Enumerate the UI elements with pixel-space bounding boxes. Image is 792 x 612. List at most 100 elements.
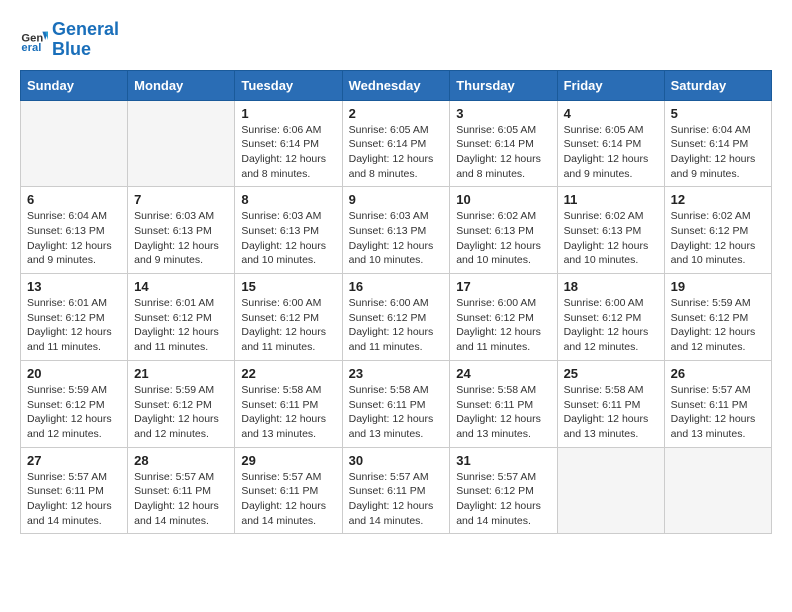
calendar-cell: 26 Sunrise: 5:57 AM Sunset: 6:11 PM Dayli… [664, 360, 771, 447]
day-number: 24 [456, 366, 550, 381]
calendar-weekday-sunday: Sunday [21, 70, 128, 100]
day-info: Sunrise: 6:04 AM Sunset: 6:14 PM Dayligh… [671, 123, 765, 182]
calendar-cell [128, 100, 235, 187]
calendar-cell: 24 Sunrise: 5:58 AM Sunset: 6:11 PM Dayli… [450, 360, 557, 447]
day-info: Sunrise: 6:02 AM Sunset: 6:13 PM Dayligh… [564, 209, 658, 268]
day-number: 27 [27, 453, 121, 468]
day-info: Sunrise: 5:58 AM Sunset: 6:11 PM Dayligh… [349, 383, 444, 442]
day-info: Sunrise: 6:05 AM Sunset: 6:14 PM Dayligh… [456, 123, 550, 182]
day-info: Sunrise: 6:05 AM Sunset: 6:14 PM Dayligh… [564, 123, 658, 182]
calendar-week-row: 1Sunrise: 6:06 AM Sunset: 6:14 PM Daylig… [21, 100, 772, 187]
day-info: Sunrise: 6:03 AM Sunset: 6:13 PM Dayligh… [134, 209, 228, 268]
calendar-cell: 9 Sunrise: 6:03 AM Sunset: 6:13 PM Daylig… [342, 187, 450, 274]
day-info: Sunrise: 5:58 AM Sunset: 6:11 PM Dayligh… [564, 383, 658, 442]
day-info: Sunrise: 5:57 AM Sunset: 6:12 PM Dayligh… [456, 470, 550, 529]
day-info: Sunrise: 5:59 AM Sunset: 6:12 PM Dayligh… [134, 383, 228, 442]
day-number: 15 [241, 279, 335, 294]
calendar: SundayMondayTuesdayWednesdayThursdayFrid… [20, 70, 772, 535]
day-info: Sunrise: 6:00 AM Sunset: 6:12 PM Dayligh… [456, 296, 550, 355]
day-number: 19 [671, 279, 765, 294]
day-number: 12 [671, 192, 765, 207]
day-info: Sunrise: 5:57 AM Sunset: 6:11 PM Dayligh… [134, 470, 228, 529]
day-number: 10 [456, 192, 550, 207]
day-number: 26 [671, 366, 765, 381]
calendar-cell: 3Sunrise: 6:05 AM Sunset: 6:14 PM Daylig… [450, 100, 557, 187]
calendar-cell: 22 Sunrise: 5:58 AM Sunset: 6:11 PM Dayli… [235, 360, 342, 447]
svg-text:eral: eral [21, 42, 41, 54]
calendar-cell: 31 Sunrise: 5:57 AM Sunset: 6:12 PM Dayli… [450, 447, 557, 534]
calendar-weekday-thursday: Thursday [450, 70, 557, 100]
calendar-cell: 21Sunrise: 5:59 AM Sunset: 6:12 PM Dayli… [128, 360, 235, 447]
day-info: Sunrise: 5:57 AM Sunset: 6:11 PM Dayligh… [671, 383, 765, 442]
day-number: 31 [456, 453, 550, 468]
day-info: Sunrise: 6:02 AM Sunset: 6:12 PM Dayligh… [671, 209, 765, 268]
day-info: Sunrise: 6:01 AM Sunset: 6:12 PM Dayligh… [134, 296, 228, 355]
calendar-cell: 5 Sunrise: 6:04 AM Sunset: 6:14 PM Daylig… [664, 100, 771, 187]
day-info: Sunrise: 5:59 AM Sunset: 6:12 PM Dayligh… [671, 296, 765, 355]
calendar-cell: 8Sunrise: 6:03 AM Sunset: 6:13 PM Daylig… [235, 187, 342, 274]
day-number: 22 [241, 366, 335, 381]
calendar-cell: 18 Sunrise: 6:00 AM Sunset: 6:12 PM Dayli… [557, 274, 664, 361]
day-info: Sunrise: 6:00 AM Sunset: 6:12 PM Dayligh… [564, 296, 658, 355]
calendar-cell: 12 Sunrise: 6:02 AM Sunset: 6:12 PM Dayli… [664, 187, 771, 274]
calendar-cell: 7 Sunrise: 6:03 AM Sunset: 6:13 PM Daylig… [128, 187, 235, 274]
day-number: 17 [456, 279, 550, 294]
calendar-weekday-wednesday: Wednesday [342, 70, 450, 100]
day-info: Sunrise: 6:00 AM Sunset: 6:12 PM Dayligh… [241, 296, 335, 355]
day-number: 6 [27, 192, 121, 207]
day-number: 18 [564, 279, 658, 294]
calendar-cell: 28 Sunrise: 5:57 AM Sunset: 6:11 PM Dayli… [128, 447, 235, 534]
calendar-cell: 17 Sunrise: 6:00 AM Sunset: 6:12 PM Dayli… [450, 274, 557, 361]
logo: Gen eral GeneralBlue [20, 20, 119, 60]
calendar-cell: 30Sunrise: 5:57 AM Sunset: 6:11 PM Dayli… [342, 447, 450, 534]
day-number: 29 [241, 453, 335, 468]
day-number: 5 [671, 106, 765, 121]
calendar-cell: 15 Sunrise: 6:00 AM Sunset: 6:12 PM Dayli… [235, 274, 342, 361]
calendar-cell: 23Sunrise: 5:58 AM Sunset: 6:11 PM Dayli… [342, 360, 450, 447]
calendar-cell: 4 Sunrise: 6:05 AM Sunset: 6:14 PM Daylig… [557, 100, 664, 187]
day-number: 4 [564, 106, 658, 121]
calendar-weekday-monday: Monday [128, 70, 235, 100]
day-info: Sunrise: 5:58 AM Sunset: 6:11 PM Dayligh… [241, 383, 335, 442]
calendar-cell: 14 Sunrise: 6:01 AM Sunset: 6:12 PM Dayli… [128, 274, 235, 361]
day-number: 28 [134, 453, 228, 468]
day-number: 9 [349, 192, 444, 207]
calendar-cell: 20Sunrise: 5:59 AM Sunset: 6:12 PM Dayli… [21, 360, 128, 447]
calendar-cell: 2 Sunrise: 6:05 AM Sunset: 6:14 PM Daylig… [342, 100, 450, 187]
day-info: Sunrise: 6:00 AM Sunset: 6:12 PM Dayligh… [349, 296, 444, 355]
calendar-week-row: 27 Sunrise: 5:57 AM Sunset: 6:11 PM Dayli… [21, 447, 772, 534]
day-info: Sunrise: 5:57 AM Sunset: 6:11 PM Dayligh… [27, 470, 121, 529]
calendar-weekday-tuesday: Tuesday [235, 70, 342, 100]
day-info: Sunrise: 6:01 AM Sunset: 6:12 PM Dayligh… [27, 296, 121, 355]
day-number: 25 [564, 366, 658, 381]
day-info: Sunrise: 6:05 AM Sunset: 6:14 PM Dayligh… [349, 123, 444, 182]
calendar-week-row: 20Sunrise: 5:59 AM Sunset: 6:12 PM Dayli… [21, 360, 772, 447]
calendar-cell: 10Sunrise: 6:02 AM Sunset: 6:13 PM Dayli… [450, 187, 557, 274]
day-info: Sunrise: 5:59 AM Sunset: 6:12 PM Dayligh… [27, 383, 121, 442]
calendar-cell: 6 Sunrise: 6:04 AM Sunset: 6:13 PM Daylig… [21, 187, 128, 274]
day-info: Sunrise: 6:06 AM Sunset: 6:14 PM Dayligh… [241, 123, 335, 182]
day-number: 16 [349, 279, 444, 294]
day-number: 2 [349, 106, 444, 121]
calendar-header-row: SundayMondayTuesdayWednesdayThursdayFrid… [21, 70, 772, 100]
logo-icon: Gen eral [20, 26, 48, 54]
calendar-cell: 11Sunrise: 6:02 AM Sunset: 6:13 PM Dayli… [557, 187, 664, 274]
calendar-cell: 29 Sunrise: 5:57 AM Sunset: 6:11 PM Dayli… [235, 447, 342, 534]
day-info: Sunrise: 6:03 AM Sunset: 6:13 PM Dayligh… [349, 209, 444, 268]
day-number: 7 [134, 192, 228, 207]
day-info: Sunrise: 6:04 AM Sunset: 6:13 PM Dayligh… [27, 209, 121, 268]
calendar-cell [664, 447, 771, 534]
day-info: Sunrise: 5:57 AM Sunset: 6:11 PM Dayligh… [241, 470, 335, 529]
day-number: 14 [134, 279, 228, 294]
calendar-cell: 1Sunrise: 6:06 AM Sunset: 6:14 PM Daylig… [235, 100, 342, 187]
calendar-cell: 25 Sunrise: 5:58 AM Sunset: 6:11 PM Dayli… [557, 360, 664, 447]
day-number: 13 [27, 279, 121, 294]
calendar-weekday-friday: Friday [557, 70, 664, 100]
calendar-cell: 19 Sunrise: 5:59 AM Sunset: 6:12 PM Dayli… [664, 274, 771, 361]
day-info: Sunrise: 5:58 AM Sunset: 6:11 PM Dayligh… [456, 383, 550, 442]
calendar-cell [557, 447, 664, 534]
logo-text: GeneralBlue [52, 20, 119, 60]
day-info: Sunrise: 6:03 AM Sunset: 6:13 PM Dayligh… [241, 209, 335, 268]
calendar-cell [21, 100, 128, 187]
calendar-week-row: 6 Sunrise: 6:04 AM Sunset: 6:13 PM Daylig… [21, 187, 772, 274]
